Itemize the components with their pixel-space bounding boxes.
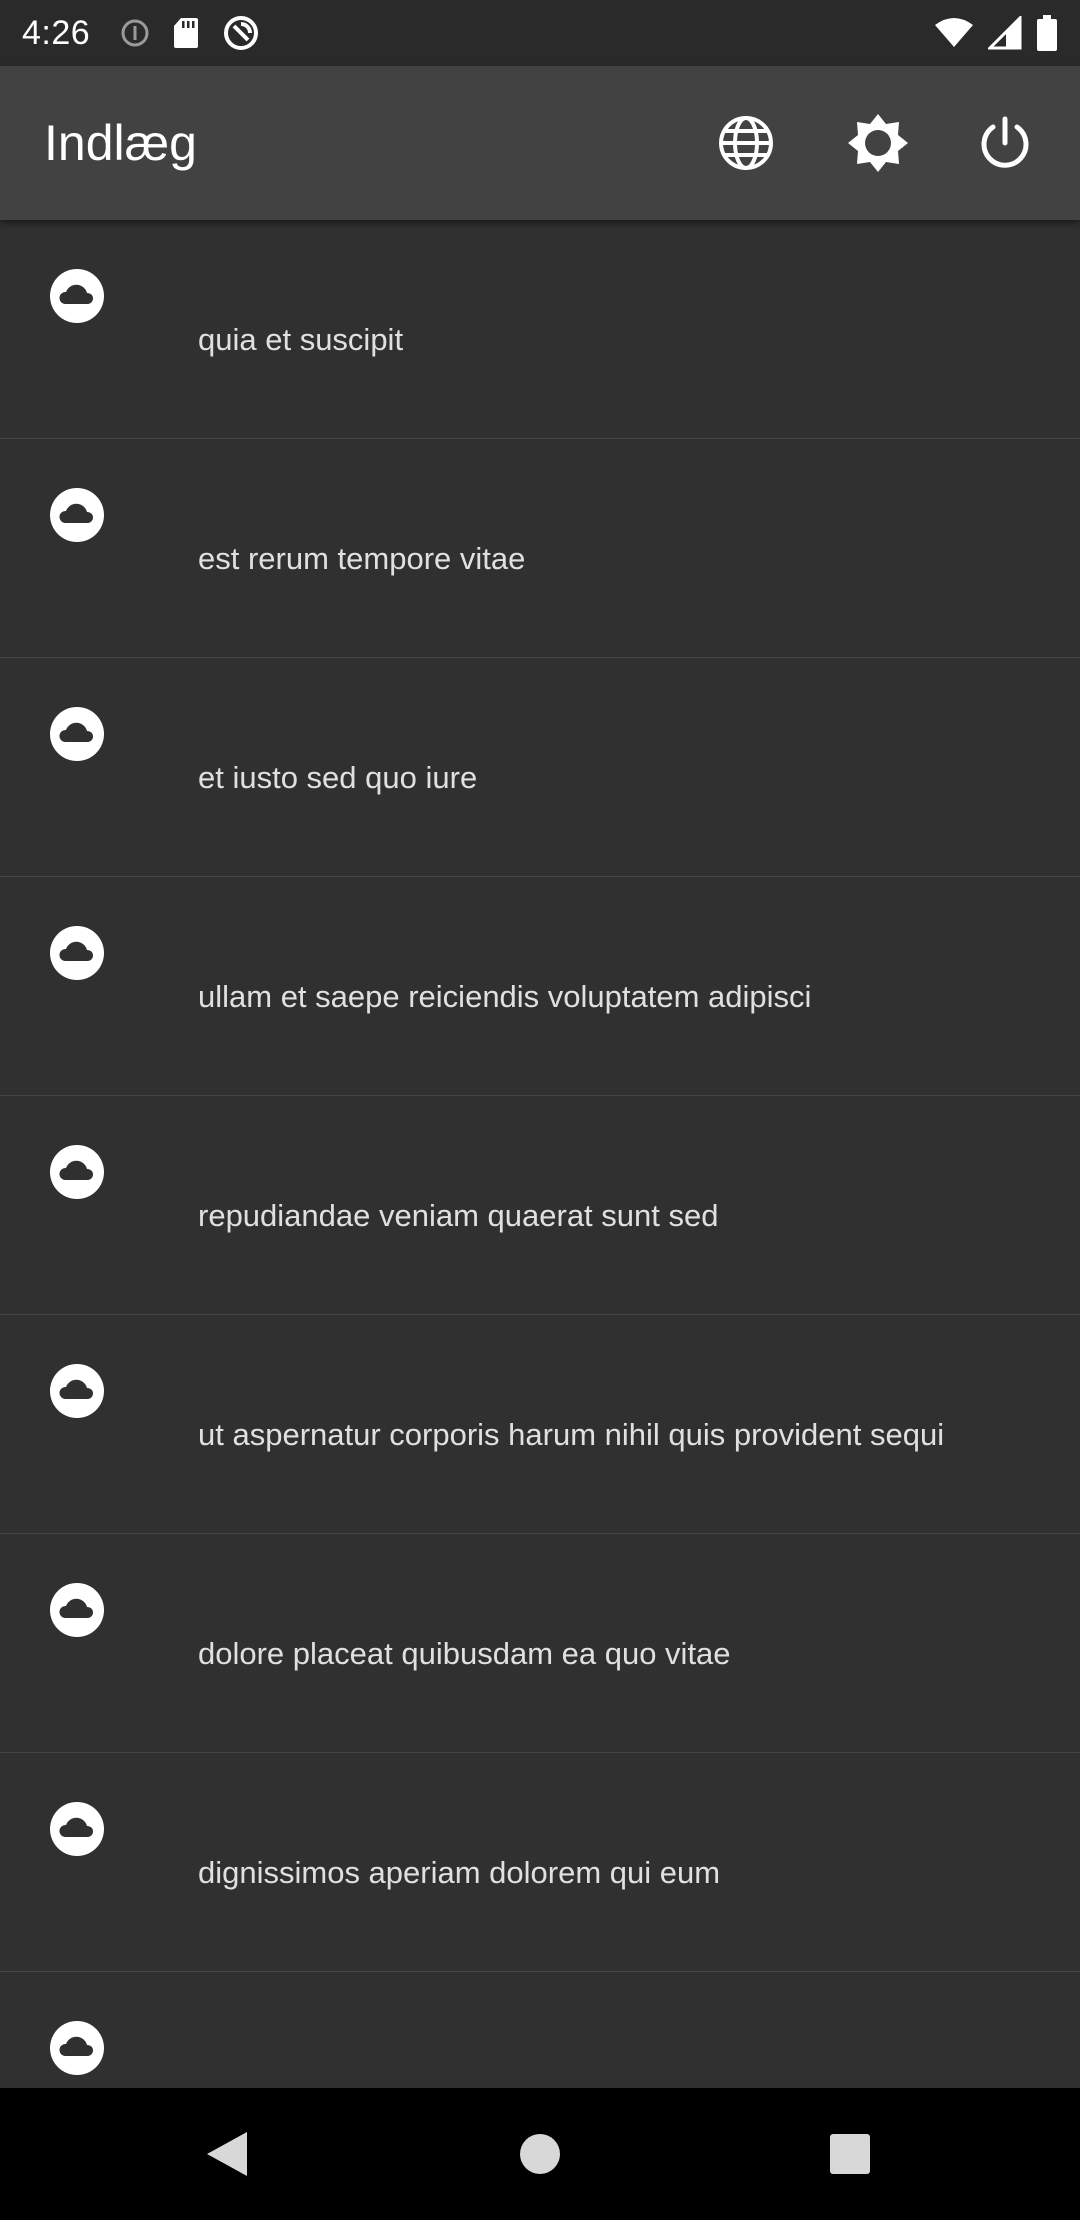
power-icon bbox=[981, 116, 1029, 168]
globe-icon bbox=[719, 116, 773, 170]
list-item[interactable] bbox=[0, 1972, 1080, 2088]
cloud-icon bbox=[50, 1583, 104, 1637]
cloud-icon bbox=[50, 1145, 104, 1199]
post-title: ullam et saepe reiciendis voluptatem adi… bbox=[198, 979, 812, 1014]
theme-button[interactable] bbox=[812, 66, 944, 220]
list-item[interactable]: quia et suscipit bbox=[0, 220, 1080, 439]
sd-card-icon bbox=[174, 18, 199, 48]
list-item[interactable]: et iusto sed quo iure bbox=[0, 658, 1080, 877]
wifi-icon bbox=[935, 18, 973, 47]
info-notification-icon bbox=[121, 19, 149, 47]
list-item[interactable]: ut aspernatur corporis harum nihil quis … bbox=[0, 1315, 1080, 1534]
data-saver-icon bbox=[224, 16, 259, 50]
post-title: ut aspernatur corporis harum nihil quis … bbox=[198, 1417, 945, 1452]
app-bar: Indlæg bbox=[0, 66, 1080, 220]
cloud-icon bbox=[50, 707, 104, 761]
back-button[interactable] bbox=[182, 2112, 272, 2196]
post-title: et iusto sed quo iure bbox=[198, 760, 478, 795]
cell-signal-icon bbox=[988, 16, 1022, 50]
navigation-bar bbox=[0, 2088, 1080, 2220]
cloud-icon bbox=[50, 269, 104, 323]
home-circle-icon bbox=[520, 2134, 560, 2174]
brightness-icon bbox=[848, 114, 908, 172]
status-notification-icons bbox=[120, 14, 260, 52]
cloud-icon bbox=[50, 926, 104, 980]
post-title: repudiandae veniam quaerat sunt sed bbox=[198, 1198, 719, 1233]
language-button[interactable] bbox=[680, 66, 812, 220]
status-time: 4:26 bbox=[22, 13, 91, 52]
status-bar: 4:26 bbox=[0, 0, 1080, 66]
post-title: quia et suscipit bbox=[198, 322, 404, 357]
status-system-icons bbox=[934, 15, 1058, 51]
post-title: est rerum tempore vitae bbox=[198, 541, 526, 576]
battery-icon bbox=[1037, 15, 1057, 51]
cloud-icon bbox=[50, 1802, 104, 1856]
list-item[interactable]: dignissimos aperiam dolorem qui eum bbox=[0, 1753, 1080, 1972]
recents-square-icon bbox=[830, 2134, 870, 2174]
cloud-icon bbox=[50, 1364, 104, 1418]
post-title: dignissimos aperiam dolorem qui eum bbox=[198, 1855, 721, 1890]
app-bar-actions bbox=[680, 66, 1080, 220]
list-item[interactable]: dolore placeat quibusdam ea quo vitae bbox=[0, 1534, 1080, 1753]
logout-button[interactable] bbox=[944, 66, 1066, 220]
list-item[interactable]: repudiandae veniam quaerat sunt sed bbox=[0, 1096, 1080, 1315]
list-item[interactable]: est rerum tempore vitae bbox=[0, 439, 1080, 658]
home-button[interactable] bbox=[495, 2112, 585, 2196]
post-list: quia et suscipit est rerum tempore vitae e… bbox=[0, 220, 1080, 2088]
back-triangle-icon bbox=[207, 2132, 247, 2176]
list-item[interactable]: ullam et saepe reiciendis voluptatem adi… bbox=[0, 877, 1080, 1096]
post-title: dolore placeat quibusdam ea quo vitae bbox=[198, 1636, 731, 1671]
recents-button[interactable] bbox=[805, 2112, 895, 2196]
cloud-icon bbox=[50, 488, 104, 542]
page-title: Indlæg bbox=[44, 115, 197, 171]
cloud-icon bbox=[50, 2021, 104, 2075]
